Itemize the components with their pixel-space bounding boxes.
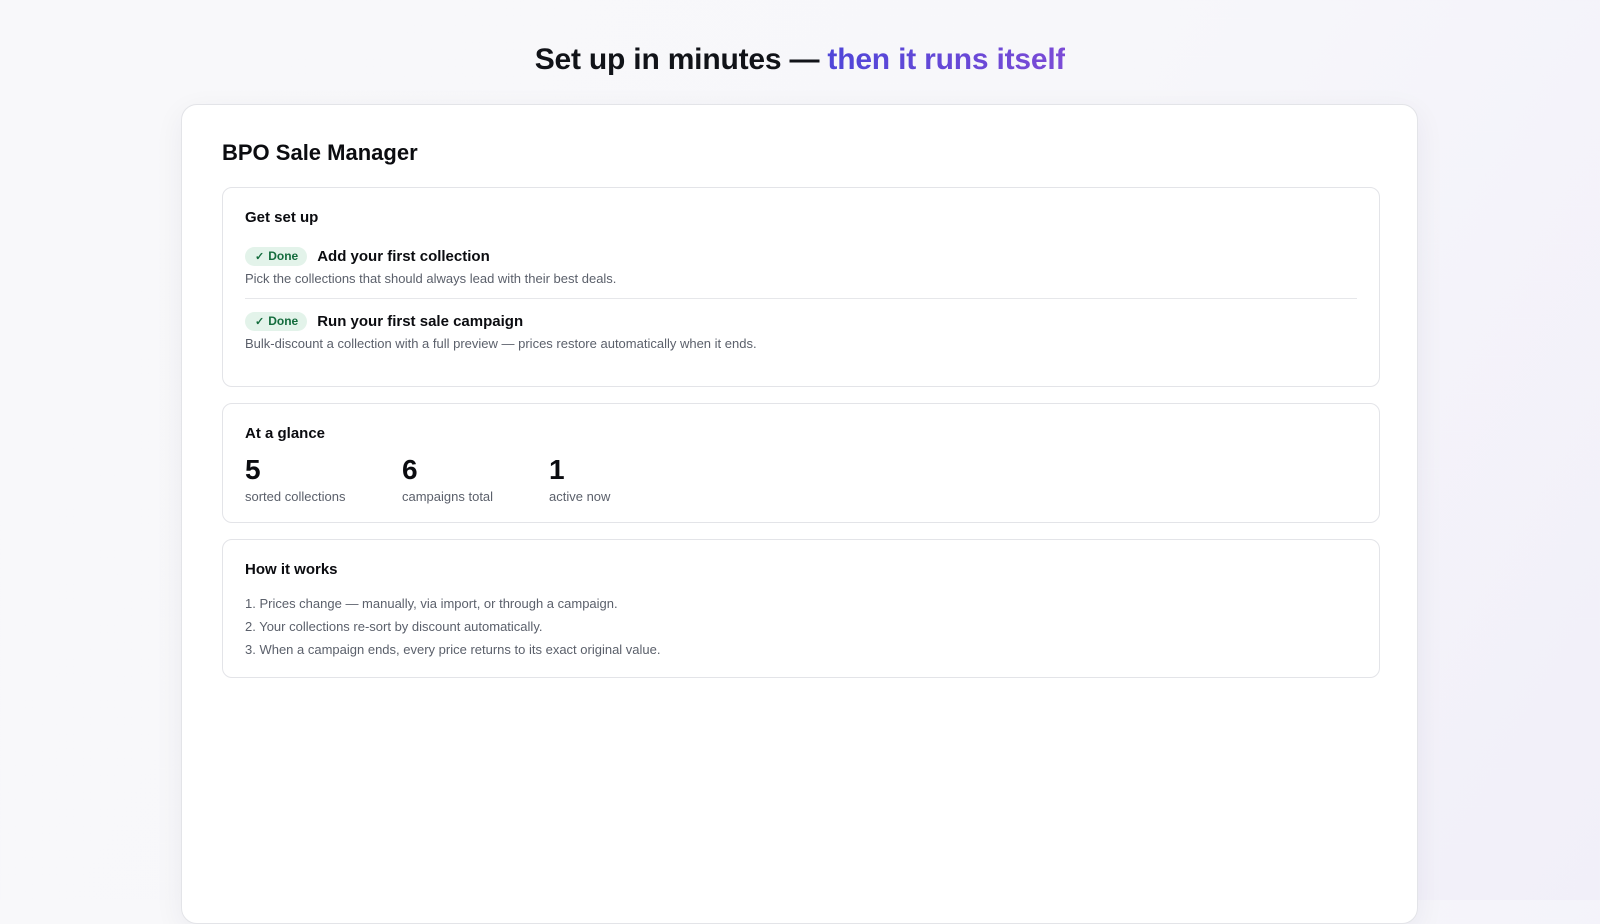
stat-value: 6 [402,454,418,485]
done-badge-label: Done [268,249,299,263]
setup-step-add-collection[interactable]: ✓ Done Add your first collection Pick th… [245,246,1357,299]
how-it-works-list: 1. Prices change — manually, via import,… [245,592,661,661]
setup-card-title: Get set up [245,209,319,226]
step-title: Run your first sale campaign [317,312,524,330]
setup-step-run-campaign[interactable]: ✓ Done Run your first sale campaign Bulk… [245,311,1357,363]
hero-title-accent: then it runs itself [827,43,1066,76]
done-badge: ✓ Done [245,311,308,331]
done-badge: ✓ Done [245,246,308,266]
how-it-works-card: How it works 1. Prices change — manually… [222,539,1380,678]
stat-label: active now [549,489,611,504]
list-item: 1. Prices change — manually, via import,… [245,596,618,611]
stat-value: 1 [549,454,565,485]
app-panel: BPO Sale Manager Get set up ✓ Done Add y… [181,104,1418,924]
stat-label: campaigns total [402,489,494,504]
done-badge-label: Done [268,314,299,328]
step-title: Add your first collection [317,247,490,265]
hero-headline: Set up in minutes — then it runs itself [0,40,1600,80]
glance-card: At a glance 5 sorted collections 6 campa… [222,403,1380,523]
step-description: Bulk-discount a collection with a full p… [245,336,757,351]
list-item: 3. When a campaign ends, every price ret… [245,642,661,657]
check-icon: ✓ [255,250,265,263]
stat-value: 5 [245,454,261,485]
hero-title-main: Set up in minutes — [534,43,828,76]
stat-active-now: 1 active now [549,454,610,505]
setup-card: Get set up ✓ Done Add your first collect… [222,187,1380,387]
glance-card-title: At a glance [245,425,326,442]
step-description: Pick the collections that should always … [245,271,617,286]
stat-campaigns-total: 6 campaigns total [402,454,493,505]
stat-sorted-collections: 5 sorted collections [245,454,345,505]
app-title: BPO Sale Manager [222,140,418,165]
stat-label: sorted collections [245,489,346,504]
list-item: 2. Your collections re-sort by discount … [245,619,543,634]
how-it-works-title: How it works [245,561,338,578]
check-icon: ✓ [255,315,265,328]
